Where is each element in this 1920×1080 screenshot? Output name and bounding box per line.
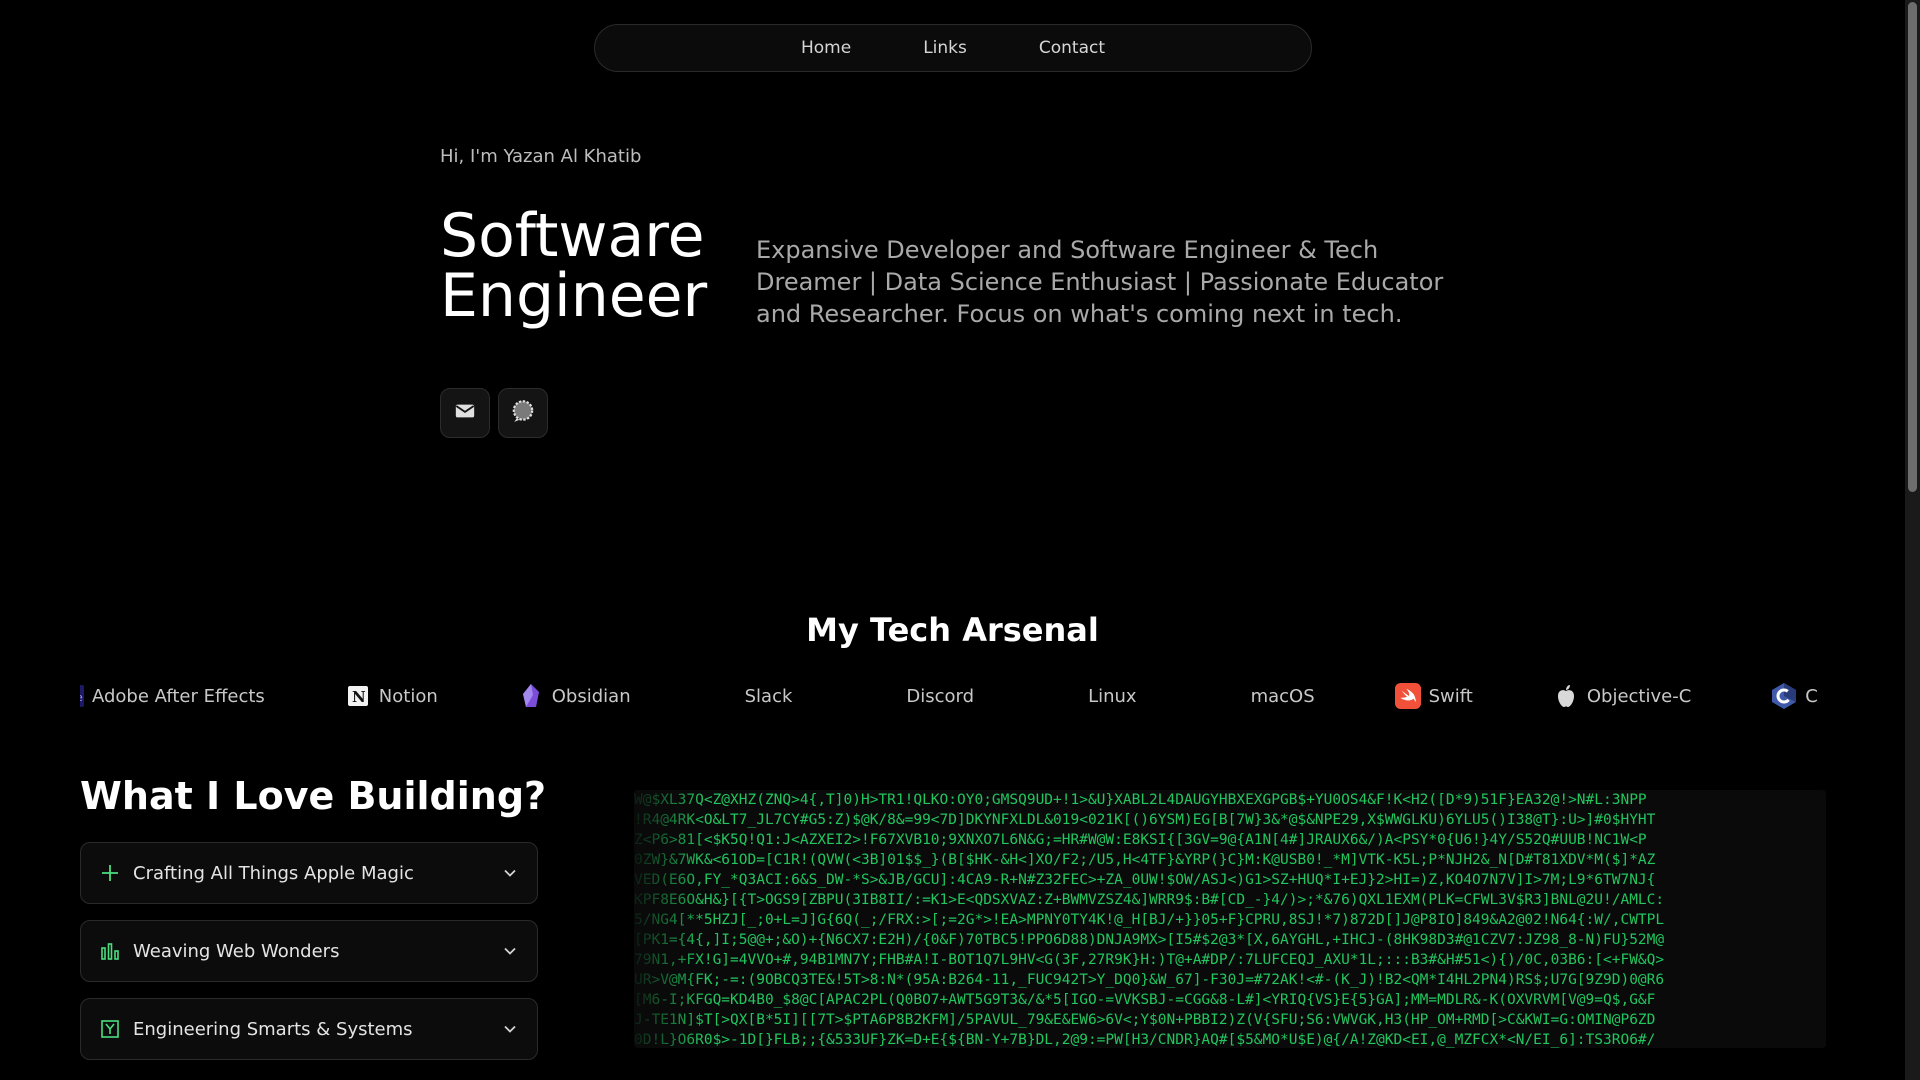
tech-item-label: Slack xyxy=(744,685,793,707)
tech-item: Slack xyxy=(711,676,793,716)
bar-chart-icon xyxy=(99,940,121,962)
plus-icon xyxy=(99,862,121,884)
tech-item-label: macOS xyxy=(1250,685,1315,707)
hero-title: Software Engineer xyxy=(440,206,707,326)
tech-item: Linux xyxy=(1054,676,1137,716)
matrix-line: Z<P6>81[<$K5Q!Q1:J<AZXEI2>!F67XVB10;9XNX… xyxy=(634,832,1647,848)
matrix-line: 0D!L}O6R0$>-1D[}FLB;;{&533UF}ZK=D+E{${BN… xyxy=(634,1032,1656,1048)
after-effects-icon: e xyxy=(80,683,84,709)
love-title: What I Love Building? xyxy=(80,774,547,818)
bracket-y-icon xyxy=(99,1018,121,1040)
matrix-line: 0ZW}&7WK&<61OD=[C1R!(QVW(<3B]01$$_}(B[$H… xyxy=(634,852,1656,868)
discord-icon xyxy=(872,683,898,709)
page: Home Links Contact Hi, I'm Yazan Al Khat… xyxy=(0,0,1920,1080)
accordion-label: Crafting All Things Apple Magic xyxy=(133,862,414,884)
hero-title-line2: Engineer xyxy=(440,261,708,331)
tech-item: Discord xyxy=(872,676,974,716)
chevron-down-icon[interactable] xyxy=(501,1020,519,1038)
page-scrollbar[interactable] xyxy=(1905,0,1920,1080)
tech-marquee: e Adobe After Effects N Notion Obsidian … xyxy=(80,676,1824,716)
svg-text:N: N xyxy=(352,688,366,706)
hero-description: Expansive Developer and Software Enginee… xyxy=(756,236,1444,328)
accordion-label: Weaving Web Wonders xyxy=(133,940,340,962)
chat-icon xyxy=(510,398,536,428)
swift-icon xyxy=(1394,683,1421,709)
svg-text:e: e xyxy=(80,691,83,704)
tech-item-label: Objective-C xyxy=(1586,685,1692,707)
matrix-fade-left xyxy=(634,790,704,1048)
accordion-apple[interactable]: Crafting All Things Apple Magic xyxy=(80,842,538,904)
matrix-line: [PK1={4{,]I;5@@+;&O)+{N6CX7:E2H)/{0&F)70… xyxy=(634,932,1665,948)
tech-item-label: Swift xyxy=(1428,685,1473,707)
tech-item-label: Obsidian xyxy=(551,685,631,707)
chevron-down-icon[interactable] xyxy=(501,864,519,882)
top-nav: Home Links Contact xyxy=(594,24,1312,72)
linux-icon xyxy=(1054,683,1080,709)
tech-item: Swift xyxy=(1394,676,1473,716)
tech-item: Objective-C xyxy=(1553,676,1691,716)
matrix-fade-right xyxy=(1736,790,1826,1048)
nav-links-link[interactable]: Links xyxy=(923,38,967,58)
tech-item-label: Linux xyxy=(1088,685,1137,707)
notion-icon: N xyxy=(345,683,371,709)
nav-contact-link[interactable]: Contact xyxy=(1039,38,1105,58)
arsenal-title: My Tech Arsenal xyxy=(806,611,1099,649)
matrix-line: [M6-I;KFGQ=KD4B0_$8@C[APAC2PL(Q0BO7+AWT5… xyxy=(634,992,1656,1008)
mail-icon xyxy=(454,400,476,426)
tech-item-label: C xyxy=(1805,685,1818,707)
matrix-line: W@$XL37Q<Z@XHZ(ZNQ>4{,T]0)H>TR1!QLKO:OY0… xyxy=(634,792,1647,808)
nav-home-link[interactable]: Home xyxy=(801,38,851,58)
tech-item: Obsidian xyxy=(518,676,631,716)
matrix-line: 5/NG4[**5HZJ[_;0+L=J]G{6Q(_;/FRX:>[;=2G*… xyxy=(634,912,1665,928)
matrix-line: KPF8E6O&H&}[{T>OGS9[ZBPU(3IB8II/:=K1>E<Q… xyxy=(634,892,1665,908)
matrix-code-panel: W@$XL37Q<Z@XHZ(ZNQ>4{,T]0)H>TR1!QLKO:OY0… xyxy=(634,790,1826,1048)
hero-greeting: Hi, I'm Yazan Al Khatib xyxy=(440,146,642,167)
macos-icon xyxy=(1217,683,1243,709)
tech-item: N Notion xyxy=(345,676,438,716)
c-icon xyxy=(1771,683,1797,709)
apple-icon xyxy=(1553,683,1579,709)
tech-item-label: Adobe After Effects xyxy=(92,685,265,707)
matrix-line: !R4@4RK<O&LT7_JL7CY#G5:Z)$@K/8&=99<7D]DK… xyxy=(634,812,1656,828)
tech-item-label: Discord xyxy=(906,685,975,707)
accordion-label: Engineering Smarts & Systems xyxy=(133,1018,413,1040)
accordion-engineering[interactable]: Engineering Smarts & Systems xyxy=(80,998,538,1060)
chat-button[interactable] xyxy=(498,388,548,438)
obsidian-icon xyxy=(518,683,544,709)
tech-item: macOS xyxy=(1217,676,1315,716)
tech-item: C xyxy=(1771,676,1818,716)
email-button[interactable] xyxy=(440,388,490,438)
matrix-line: J-TE1N]$T[>QX[B*5I][[7T>$PTA6P8B2KFM]/5P… xyxy=(634,1012,1656,1028)
scrollbar-thumb[interactable] xyxy=(1908,2,1917,492)
matrix-line: VED(E6O,FY_*Q3ACI:6&S_DW-*S>&JB/GCU]:4CA… xyxy=(634,872,1656,888)
chevron-down-icon[interactable] xyxy=(501,942,519,960)
social-links xyxy=(440,388,548,438)
matrix-line: UR>V@M{FK;-=:(9OBCQ3TE&!5T>8:N*(95A:B264… xyxy=(634,972,1665,988)
accordion-web[interactable]: Weaving Web Wonders xyxy=(80,920,538,982)
tech-marquee-track: e Adobe After Effects N Notion Obsidian … xyxy=(80,676,1824,716)
tech-item: e Adobe After Effects xyxy=(80,676,265,716)
slack-icon xyxy=(711,683,737,709)
matrix-line: 79N1,+FX!G]=4VVO+#,94B1MN7Y;FHB#A!I-BOT1… xyxy=(634,952,1665,968)
tech-item-label: Notion xyxy=(378,685,438,707)
